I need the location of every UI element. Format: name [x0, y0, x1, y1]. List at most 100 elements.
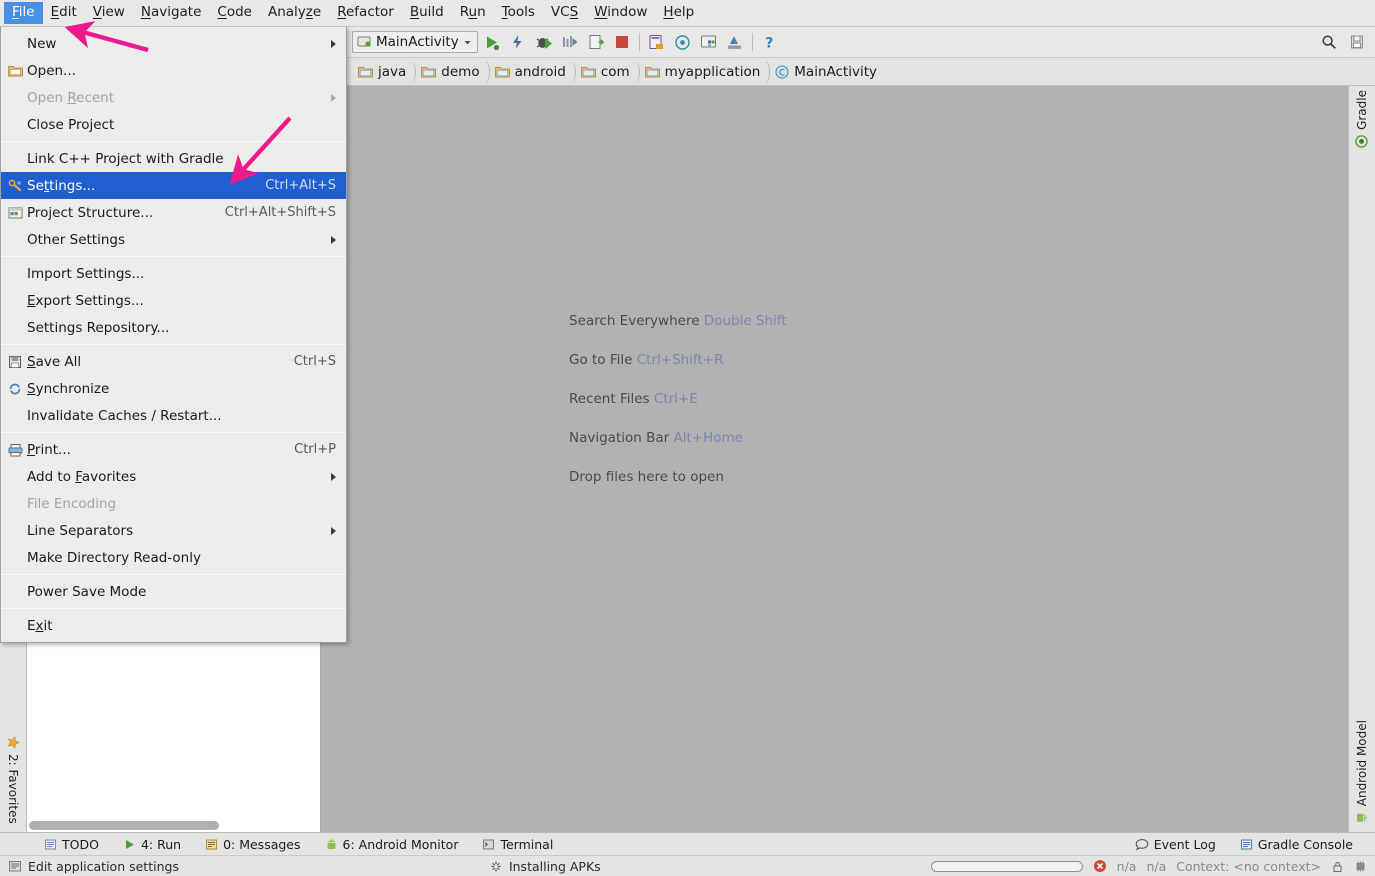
- editor-hints: Search Everywhere Double Shift Go to Fil…: [569, 313, 787, 485]
- chevron-down-icon: [464, 40, 471, 44]
- run-configuration-selector[interactable]: MainActivity: [352, 31, 478, 53]
- menu-item-open[interactable]: Open...: [1, 57, 346, 84]
- menu-separator: [1, 608, 346, 609]
- run-icon: [125, 839, 134, 849]
- menu-navigate[interactable]: Navigate: [133, 2, 210, 25]
- cancel-icon[interactable]: [1093, 859, 1107, 873]
- menu-item-new[interactable]: New: [1, 30, 346, 57]
- submenu-arrow-icon: [331, 526, 336, 535]
- terminal-icon: [483, 839, 495, 849]
- menu-item-exit[interactable]: Exit: [1, 612, 346, 639]
- bottom-item-messages[interactable]: 0: Messages: [193, 837, 312, 852]
- gradle-icon: [1355, 135, 1369, 148]
- menu-window[interactable]: Window: [586, 2, 655, 25]
- status-encoding[interactable]: n/a: [1146, 859, 1166, 874]
- avd-manager-button[interactable]: [671, 30, 695, 54]
- menu-item-project-structure[interactable]: Project Structure... Ctrl+Alt+Shift+S: [1, 199, 346, 226]
- menu-item-invalidate-caches[interactable]: Invalidate Caches / Restart...: [1, 402, 346, 429]
- left-panel-horizontal-scrollbar[interactable]: [29, 821, 219, 830]
- stop-button[interactable]: [610, 30, 634, 54]
- menu-item-icon: [3, 469, 27, 485]
- bottom-item-run[interactable]: 4: Run: [111, 837, 193, 852]
- class-icon: C: [775, 65, 789, 78]
- menu-view[interactable]: View: [85, 2, 133, 25]
- menu-item-icon: [3, 550, 27, 566]
- menu-item-export-settings[interactable]: Export Settings...: [1, 287, 346, 314]
- status-progress-bar: [930, 860, 1083, 872]
- menu-item-make-directory-read-only[interactable]: Make Directory Read-only: [1, 544, 346, 571]
- breadcrumb-item-myapplication[interactable]: myapplication: [639, 59, 770, 85]
- menu-item-line-separators[interactable]: Line Separators: [1, 517, 346, 544]
- android-icon: [1357, 813, 1367, 822]
- menu-code[interactable]: Code: [209, 2, 260, 25]
- menu-item-power-save-mode[interactable]: Power Save Mode: [1, 578, 346, 605]
- file-menu-popup[interactable]: New Open... Open Recent Close Project Li…: [0, 27, 347, 643]
- status-context[interactable]: Context: <no context>: [1176, 859, 1321, 874]
- bottom-item-gradle-console[interactable]: Gradle Console: [1228, 837, 1365, 852]
- memory-icon[interactable]: [1354, 860, 1367, 873]
- run-with-coverage-button[interactable]: [558, 30, 582, 54]
- sidebar-item-favorites[interactable]: 2: Favorites: [6, 736, 20, 824]
- hint-navigation-bar: Navigation Bar Alt+Home: [569, 430, 743, 446]
- menu-separator: [1, 344, 346, 345]
- menu-item-icon: [3, 496, 27, 512]
- menu-help[interactable]: Help: [655, 2, 702, 25]
- menu-vcs[interactable]: VCS: [543, 2, 586, 25]
- menu-item-save-all[interactable]: Save All Ctrl+S: [1, 348, 346, 375]
- synchronize-icon: [3, 381, 27, 397]
- menu-build[interactable]: Build: [402, 2, 452, 25]
- menu-item-icon: [3, 293, 27, 309]
- menu-item-icon: [3, 618, 27, 634]
- breadcrumb-item-android[interactable]: android: [489, 59, 577, 85]
- debug-button[interactable]: [532, 30, 556, 54]
- breadcrumb-item-java[interactable]: java: [352, 59, 417, 85]
- menu-item-settings[interactable]: Settings... Ctrl+Alt+S: [1, 172, 346, 199]
- bottom-item-event-log[interactable]: Event Log: [1123, 837, 1228, 852]
- bottom-item-todo[interactable]: TODO: [32, 837, 111, 852]
- sidebar-item-android-model[interactable]: Android Model: [1355, 720, 1369, 824]
- menu-item-synchronize[interactable]: Synchronize: [1, 375, 346, 402]
- menu-item-accelerator: Ctrl+S: [293, 354, 336, 369]
- sdk-manager-button[interactable]: [645, 30, 669, 54]
- breadcrumb-item-mainactivity[interactable]: C MainActivity: [769, 59, 886, 85]
- menu-edit[interactable]: Edit: [43, 2, 85, 25]
- menu-item-close-project[interactable]: Close Project: [1, 111, 346, 138]
- menu-item-settings-repository[interactable]: Settings Repository...: [1, 314, 346, 341]
- menu-refactor[interactable]: Refactor: [329, 2, 402, 25]
- menu-tools[interactable]: Tools: [494, 2, 543, 25]
- menu-analyze[interactable]: Analyze: [260, 2, 329, 25]
- menu-item-icon: [3, 151, 27, 167]
- lock-icon[interactable]: [1331, 860, 1344, 873]
- sidebar-label: Gradle: [1355, 90, 1369, 130]
- run-button[interactable]: [480, 30, 504, 54]
- menu-item-add-to-favorites[interactable]: Add to Favorites: [1, 463, 346, 490]
- sidebar-item-gradle[interactable]: Gradle: [1355, 90, 1369, 148]
- hint-go-to-file: Go to File Ctrl+Shift+R: [569, 352, 724, 368]
- gradle-console-icon: [1240, 839, 1252, 849]
- status-position[interactable]: n/a: [1117, 859, 1137, 874]
- run-configuration-label: MainActivity: [376, 34, 459, 50]
- submenu-arrow-icon: [331, 472, 336, 481]
- toolbar-settings-icon[interactable]: [1345, 30, 1369, 54]
- breadcrumb-item-com[interactable]: com: [575, 59, 640, 85]
- bottom-item-android-monitor[interactable]: 6: Android Monitor: [313, 837, 471, 852]
- menu-item-link-cpp-project[interactable]: Link C++ Project with Gradle: [1, 145, 346, 172]
- hint-key: Double Shift: [703, 313, 787, 329]
- menu-item-import-settings[interactable]: Import Settings...: [1, 260, 346, 287]
- menu-file[interactable]: File: [4, 1, 43, 25]
- hint-recent-files: Recent Files Ctrl+E: [569, 391, 698, 407]
- apply-changes-icon[interactable]: [506, 30, 530, 54]
- attach-debugger-button[interactable]: [584, 30, 608, 54]
- search-icon[interactable]: [1317, 30, 1341, 54]
- breadcrumb-item-demo[interactable]: demo: [415, 59, 490, 85]
- android-device-monitor-button[interactable]: [697, 30, 721, 54]
- menu-item-print[interactable]: Print... Ctrl+P: [1, 436, 346, 463]
- editor-empty-area[interactable]: Search Everywhere Double Shift Go to Fil…: [321, 86, 1348, 832]
- star-icon: [7, 736, 20, 749]
- bottom-item-terminal[interactable]: Terminal: [470, 837, 565, 852]
- help-button[interactable]: ?: [758, 30, 782, 54]
- menu-run[interactable]: Run: [452, 2, 494, 25]
- sync-project-button[interactable]: [723, 30, 747, 54]
- status-task: Installing APKs: [489, 859, 601, 874]
- menu-item-other-settings[interactable]: Other Settings: [1, 226, 346, 253]
